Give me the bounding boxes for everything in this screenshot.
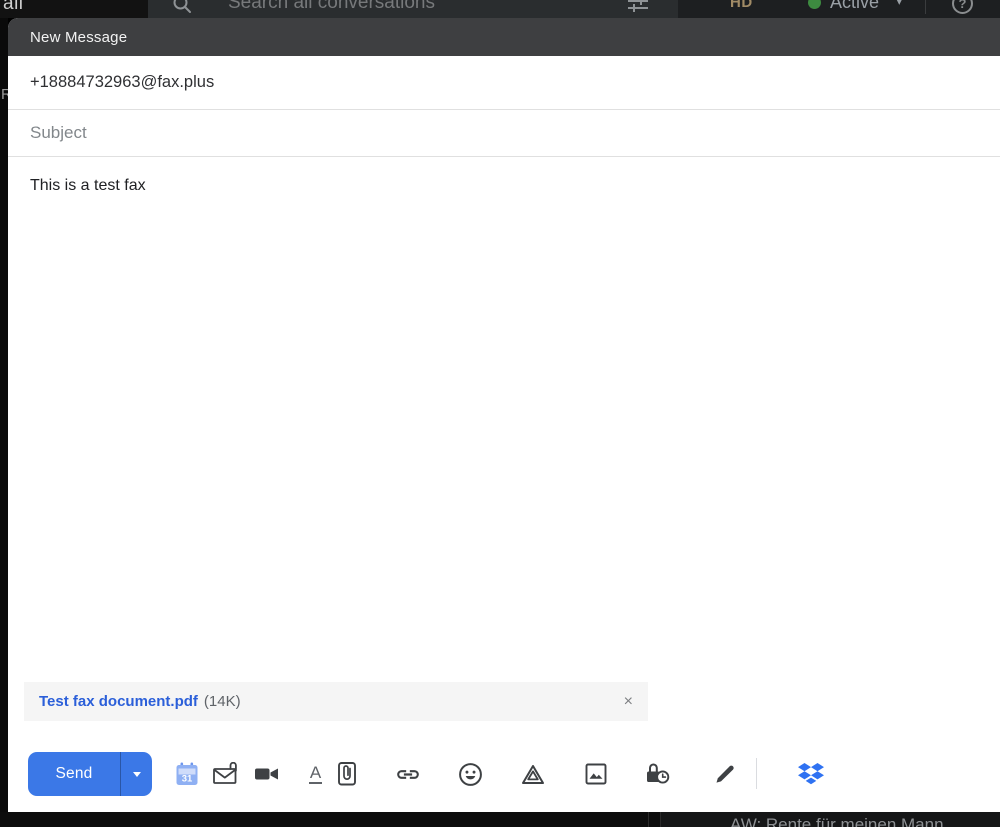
background-topbar: ail Search all conversations HD Active ▾… <box>0 0 1000 18</box>
insert-link-icon[interactable] <box>394 761 421 787</box>
recipient-address: +18884732963@fax.plus <box>30 73 214 92</box>
compose-title: New Message <box>30 29 127 46</box>
attachment-size: (14K) <box>204 693 241 710</box>
subject-input[interactable] <box>30 123 903 143</box>
insert-photo-icon[interactable] <box>582 761 609 787</box>
presence-dot-icon <box>808 0 821 9</box>
compose-window: New Message +18884732963@fax.plus This i… <box>8 18 1000 812</box>
help-icon[interactable]: ? <box>952 0 973 14</box>
attachment-name-link[interactable]: Test fax document.pdf <box>39 693 198 710</box>
background-left-strip: R <box>0 18 8 812</box>
chevron-down-icon: ▾ <box>896 0 903 9</box>
remove-attachment-button[interactable]: × <box>624 694 633 710</box>
signature-pen-icon[interactable] <box>711 761 738 787</box>
background-bottombar: AW: Rente für meinen Mann <box>0 812 1000 827</box>
bottombar-divider <box>660 812 661 827</box>
emoji-icon[interactable] <box>457 761 484 787</box>
text-formatting-icon[interactable]: A <box>302 761 329 787</box>
background-email-subject: AW: Rente für meinen Mann <box>730 815 944 827</box>
filter-tune-icon[interactable] <box>626 0 650 17</box>
hd-badge[interactable]: HD <box>730 0 753 11</box>
bottombar-divider <box>648 812 649 827</box>
screen: ail Search all conversations HD Active ▾… <box>0 0 1000 827</box>
confidential-mode-icon[interactable] <box>644 761 671 787</box>
attachment-chip[interactable]: Test fax document.pdf (14K) × <box>24 682 648 721</box>
compose-toolbar: Send 31 <box>8 750 1000 802</box>
search-placeholder: Search all conversations <box>228 0 435 14</box>
toolbar-divider <box>756 758 757 789</box>
send-options-button[interactable] <box>121 752 152 796</box>
dropbox-icon[interactable] <box>797 761 824 787</box>
google-drive-icon[interactable] <box>519 761 546 787</box>
presence-status: Active <box>830 0 879 13</box>
subject-field[interactable] <box>8 110 1000 157</box>
topbar-divider <box>925 0 926 14</box>
app-logo-fragment: ail <box>3 0 24 15</box>
chevron-down-icon <box>133 772 141 777</box>
send-split-button[interactable]: Send <box>28 752 152 796</box>
svg-text:31: 31 <box>181 773 192 784</box>
compose-header[interactable]: New Message <box>8 18 1000 56</box>
video-camera-icon[interactable] <box>253 761 280 787</box>
background-text-fragment: R <box>1 86 8 103</box>
recipients-field[interactable]: +18884732963@fax.plus <box>8 56 1000 110</box>
send-button[interactable]: Send <box>28 752 120 796</box>
message-body[interactable]: This is a test fax <box>8 157 1000 457</box>
search-icon <box>172 0 192 18</box>
calendar-icon[interactable]: 31 <box>173 761 200 787</box>
attach-file-icon[interactable] <box>333 761 360 787</box>
mail-envelope-pen-icon[interactable] <box>213 761 240 787</box>
